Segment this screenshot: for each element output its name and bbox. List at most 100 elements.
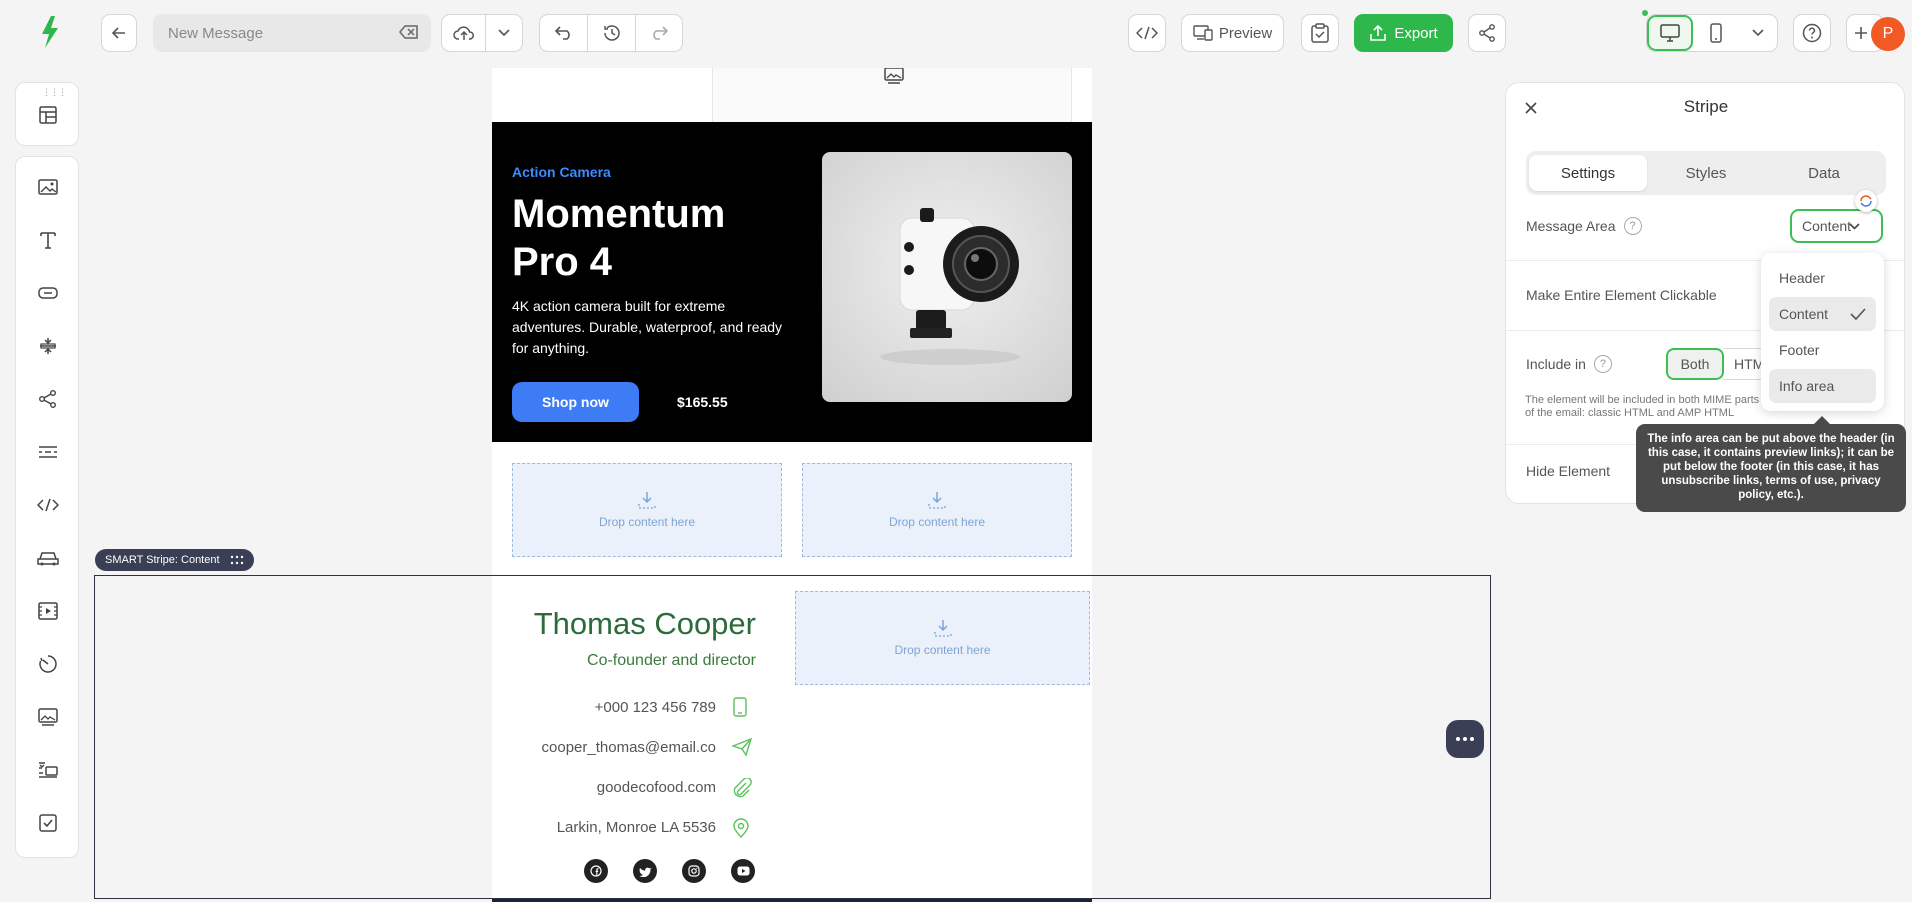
video-block-icon[interactable] xyxy=(36,599,60,623)
redo-icon xyxy=(653,26,668,40)
message-area-select[interactable]: Content xyxy=(1790,209,1883,243)
dropdown-option-footer[interactable]: Footer xyxy=(1769,333,1876,367)
location-pin-icon xyxy=(732,818,750,843)
help-button[interactable] xyxy=(1793,14,1831,52)
amp-form-block-icon[interactable] xyxy=(36,811,60,835)
drop-content-icon xyxy=(933,620,952,637)
preview-button[interactable]: Preview xyxy=(1181,14,1284,52)
amp-carousel-block-icon[interactable] xyxy=(36,758,60,782)
share-icon xyxy=(1479,24,1495,42)
include-both-option[interactable]: Both xyxy=(1666,348,1724,380)
more-actions-button[interactable] xyxy=(1446,720,1484,758)
device-options-dropdown[interactable] xyxy=(1739,15,1777,51)
tab-data[interactable]: Data xyxy=(1765,155,1883,191)
history-button[interactable] xyxy=(588,15,636,51)
undo-icon xyxy=(554,26,570,40)
hero-price: $165.55 xyxy=(677,394,728,410)
save-options-dropdown[interactable] xyxy=(486,15,522,51)
history-group xyxy=(539,14,683,52)
cloud-upload-icon xyxy=(452,26,474,40)
app-logo-icon[interactable] xyxy=(36,14,64,50)
message-name-input[interactable]: New Message xyxy=(153,14,431,52)
dropdown-option-info-area[interactable]: Info area xyxy=(1769,369,1876,403)
tab-styles[interactable]: Styles xyxy=(1647,155,1765,191)
text-block-icon[interactable] xyxy=(36,228,60,252)
drag-grid-icon[interactable] xyxy=(230,555,244,565)
plus-icon xyxy=(1855,27,1867,39)
back-button[interactable] xyxy=(101,14,137,52)
user-avatar[interactable]: P xyxy=(1871,17,1905,51)
include-in-help-icon[interactable]: ? xyxy=(1593,355,1612,373)
mobile-view-button[interactable] xyxy=(1693,15,1739,51)
facebook-icon[interactable] xyxy=(584,859,608,883)
signature-name: Thomas Cooper xyxy=(533,606,756,641)
dropzone-right-label: Drop content here xyxy=(888,515,986,529)
clickable-label: Make Entire Element Clickable xyxy=(1526,287,1717,303)
option-info-area-label: Info area xyxy=(1779,378,1835,394)
desktop-icon xyxy=(1660,24,1680,42)
signature-website: goodecofood.com xyxy=(596,779,716,796)
share-button[interactable] xyxy=(1468,14,1506,52)
twitter-icon[interactable] xyxy=(633,859,657,883)
signature-address: Larkin, Monroe LA 5536 xyxy=(556,819,716,836)
top-stripe[interactable] xyxy=(492,68,1092,122)
timer-block-icon[interactable] xyxy=(36,652,60,676)
help-icon xyxy=(1802,23,1822,43)
message-area-row: Message Area ? xyxy=(1526,217,1642,235)
redo-button[interactable] xyxy=(636,15,682,51)
upload-cloud-button[interactable] xyxy=(442,15,486,51)
social-block-icon[interactable] xyxy=(36,387,60,411)
checkmark-icon xyxy=(1850,308,1866,320)
export-label: Export xyxy=(1394,24,1438,42)
device-switcher xyxy=(1646,14,1778,52)
drag-handle-icon[interactable]: ⋮⋮⋮ xyxy=(42,87,67,98)
sync-icon[interactable] xyxy=(1855,190,1877,212)
dropzone-signature-label: Drop content here xyxy=(894,643,991,657)
signature-phone: +000 123 456 789 xyxy=(594,699,716,716)
html-block-icon[interactable] xyxy=(36,493,60,517)
layouts-icon[interactable] xyxy=(38,105,58,130)
paperclip-icon xyxy=(732,777,752,803)
shop-now-button[interactable]: Shop now xyxy=(512,382,639,422)
divider-block-icon[interactable] xyxy=(36,440,60,464)
tab-settings[interactable]: Settings xyxy=(1529,155,1647,191)
action-camera-illustration xyxy=(880,208,1020,365)
ellipsis-icon xyxy=(1456,737,1474,741)
spacer-block-icon[interactable] xyxy=(36,334,60,358)
undo-button[interactable] xyxy=(540,15,588,51)
info-area-tooltip: The info area can be put above the heade… xyxy=(1636,416,1906,512)
include-in-note: The element will be included in both MIM… xyxy=(1525,394,1760,419)
status-dot xyxy=(1642,10,1648,16)
include-html-option[interactable]: HTML xyxy=(1724,348,1766,380)
message-area-label: Message Area xyxy=(1526,218,1616,234)
menu-block-icon[interactable] xyxy=(36,546,60,570)
button-block-icon[interactable] xyxy=(36,281,60,305)
stripe-tag[interactable]: SMART Stripe: Content xyxy=(95,549,254,571)
dropzone-right[interactable]: Drop content here xyxy=(802,463,1072,557)
hero-title: Momentum Pro 4 xyxy=(512,192,726,284)
test-checklist-button[interactable] xyxy=(1301,14,1339,52)
code-view-button[interactable] xyxy=(1128,14,1166,52)
dropdown-option-content[interactable]: Content xyxy=(1769,297,1876,331)
dropzone-signature[interactable]: Drop content here xyxy=(795,591,1090,685)
panel-tabs: Settings Styles Data xyxy=(1526,151,1886,195)
dropzone-left[interactable]: Drop content here xyxy=(512,463,782,557)
clear-text-icon[interactable] xyxy=(399,24,419,44)
image-placeholder-icon xyxy=(883,68,905,91)
image-block-icon[interactable] xyxy=(36,175,60,199)
option-footer-label: Footer xyxy=(1779,342,1820,358)
youtube-icon[interactable] xyxy=(731,859,755,883)
instagram-icon[interactable] xyxy=(682,859,706,883)
preview-label: Preview xyxy=(1218,24,1273,42)
stripe-tag-label: SMART Stripe: Content xyxy=(105,554,220,566)
hero-banner[interactable]: Action Camera Momentum Pro 4 4K action c… xyxy=(492,122,1092,442)
dropdown-option-header[interactable]: Header xyxy=(1769,261,1876,295)
clipboard-check-icon xyxy=(1311,23,1329,43)
export-button[interactable]: Export xyxy=(1354,14,1453,52)
message-name-placeholder: New Message xyxy=(168,24,264,42)
desktop-view-button[interactable] xyxy=(1647,15,1693,51)
top-image-container[interactable] xyxy=(713,68,1072,122)
banner-block-icon[interactable] xyxy=(36,705,60,729)
product-image[interactable] xyxy=(822,152,1072,402)
message-area-help-icon[interactable]: ? xyxy=(1623,217,1642,235)
